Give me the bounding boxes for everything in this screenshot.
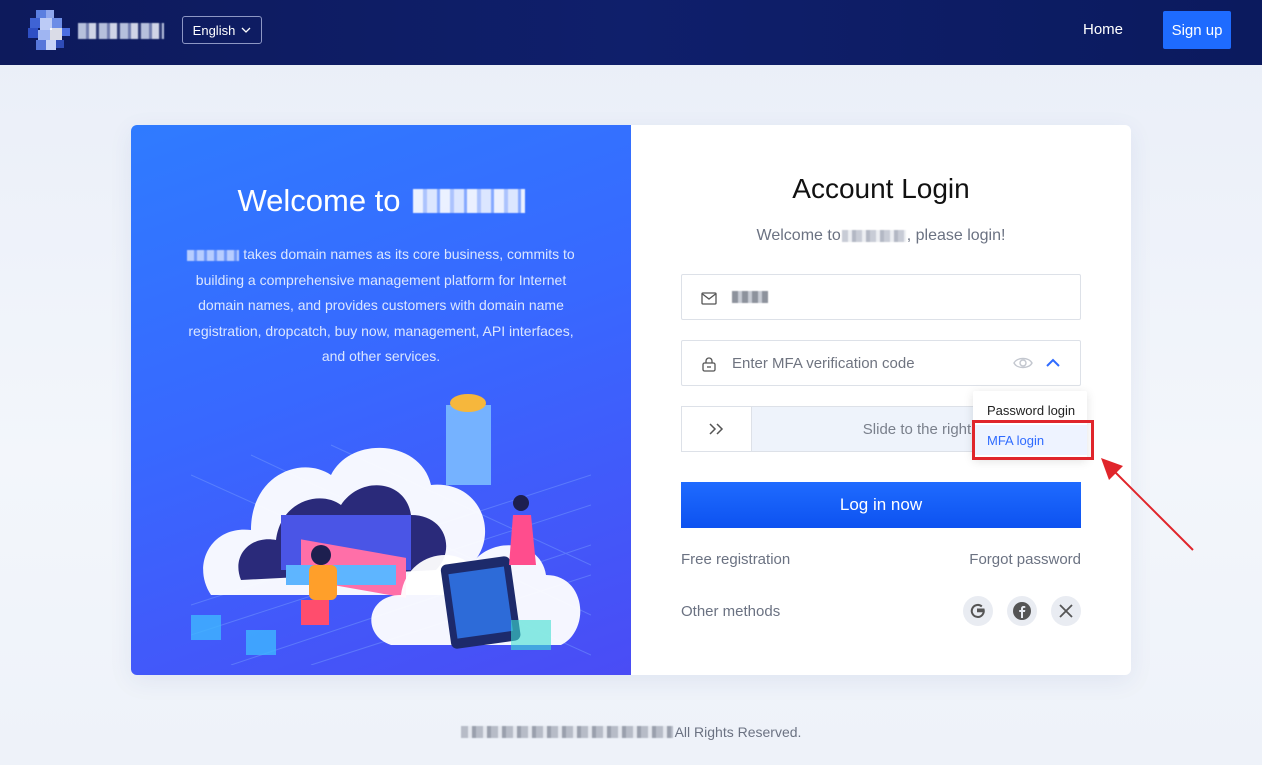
login-card: Welcome to takes domain names as its cor…	[131, 125, 1131, 675]
mfa-code-field[interactable]	[681, 340, 1081, 386]
footer-copyright: All Rights Reserved.	[0, 724, 1262, 740]
mfa-code-input[interactable]	[732, 341, 1002, 385]
chevron-down-icon	[241, 27, 251, 33]
google-icon	[970, 603, 985, 618]
facebook-login-button[interactable]	[1007, 596, 1037, 626]
forgot-password-link[interactable]: Forgot password	[969, 551, 1081, 568]
redacted-email	[732, 291, 768, 303]
other-methods-label: Other methods	[681, 603, 781, 620]
redacted-copyright	[460, 726, 673, 738]
signup-button[interactable]: Sign up	[1163, 11, 1231, 49]
welcome-description: takes domain names as its core business,…	[176, 242, 586, 370]
email-field[interactable]	[681, 274, 1081, 320]
free-registration-link[interactable]: Free registration	[681, 551, 790, 568]
x-icon	[1059, 604, 1073, 618]
subtitle-prefix: Welcome to	[756, 227, 841, 244]
language-selector[interactable]: English	[182, 16, 262, 44]
footer-rights: All Rights Reserved.	[674, 724, 802, 740]
page-title: Account Login	[792, 173, 970, 204]
subtitle-suffix: , please login!	[906, 227, 1006, 244]
welcome-panel: Welcome to takes domain names as its cor…	[131, 125, 631, 675]
slider-handle[interactable]	[682, 407, 752, 451]
welcome-heading: Welcome to	[131, 183, 631, 219]
description-text: takes domain names as its core business,…	[188, 246, 575, 364]
redacted-brand	[187, 249, 240, 261]
language-label: English	[192, 22, 236, 38]
login-button[interactable]: Log in now	[681, 482, 1081, 528]
top-navigation-bar: English Home Sign up	[0, 0, 1262, 65]
redacted-site-name	[841, 230, 906, 242]
login-subtitle: Welcome to , please login!	[631, 227, 1131, 245]
logo-text	[78, 23, 164, 39]
logo-icon[interactable]	[26, 8, 72, 54]
eye-icon[interactable]	[1013, 354, 1033, 372]
lock-icon	[702, 357, 716, 372]
cloud-illustration	[191, 394, 591, 665]
double-chevron-right-icon	[708, 423, 723, 435]
login-panel: Account Login Welcome to , please login!	[631, 125, 1131, 675]
google-login-button[interactable]	[963, 596, 993, 626]
redacted-site-name	[412, 189, 525, 213]
facebook-icon	[1013, 602, 1031, 620]
home-link[interactable]: Home	[1083, 21, 1123, 38]
chevron-up-icon[interactable]	[1044, 354, 1062, 372]
mail-icon	[701, 292, 717, 305]
welcome-prefix: Welcome to	[237, 183, 401, 218]
highlight-box	[972, 420, 1094, 460]
x-login-button[interactable]	[1051, 596, 1081, 626]
